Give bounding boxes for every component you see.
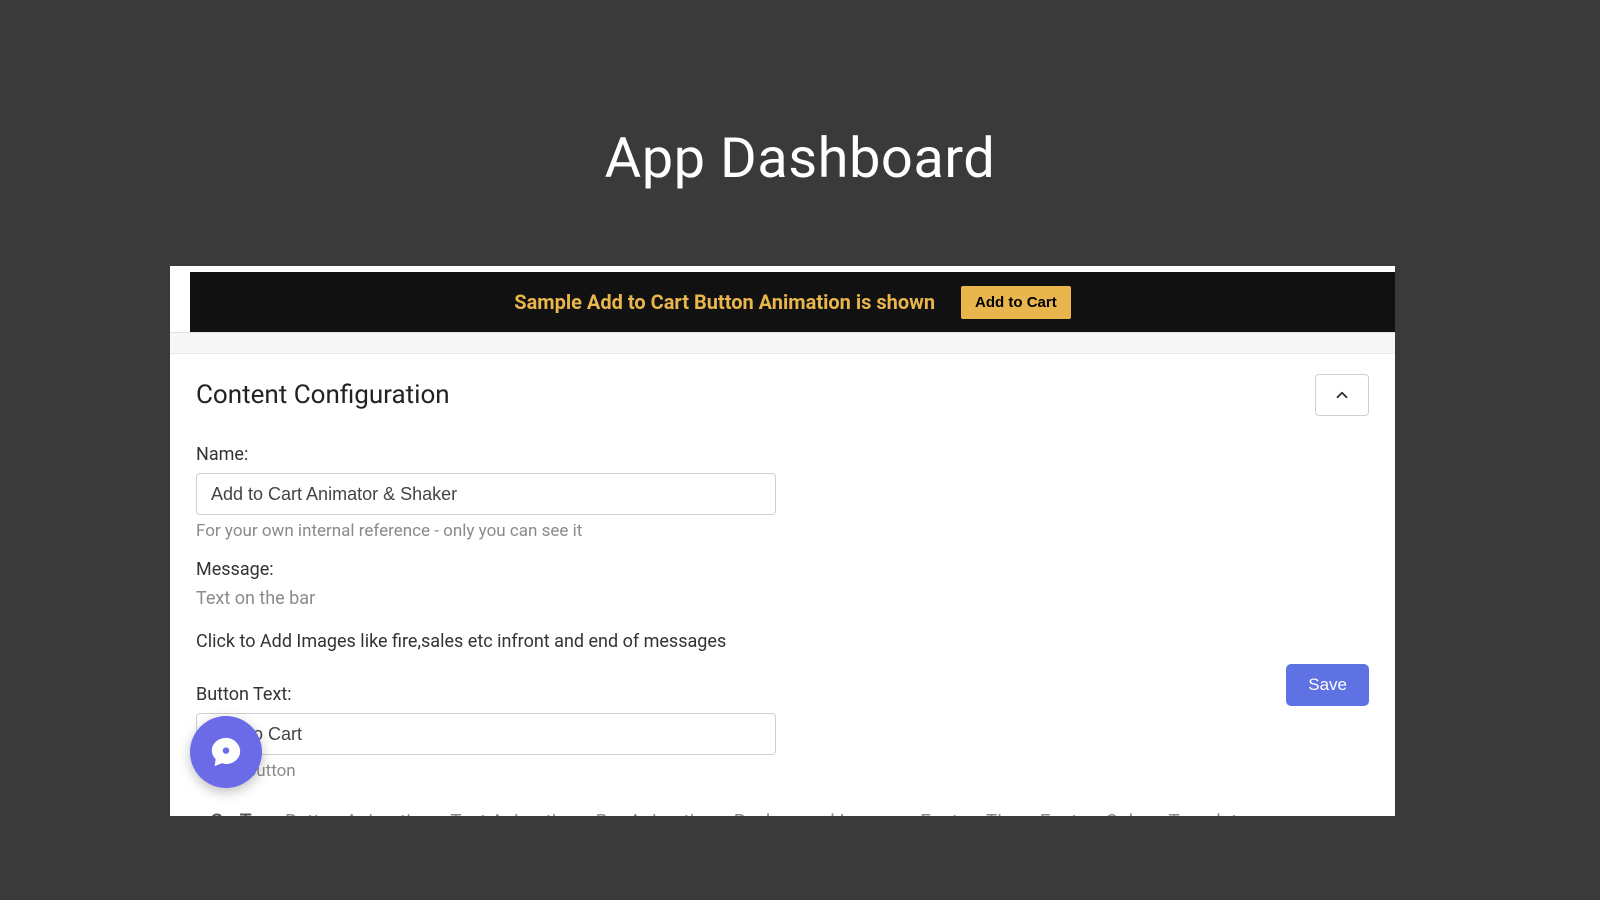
nav-link-text-animation[interactable]: Text Animation	[450, 810, 578, 816]
name-label: Name:	[196, 444, 1369, 465]
message-subtext: Text on the bar	[196, 588, 1369, 609]
app-window: Sample Add to Cart Button Animation is s…	[170, 266, 1395, 816]
nav-link-button-animation[interactable]: Button Animation	[285, 810, 432, 816]
section-divider	[170, 332, 1395, 354]
chat-icon	[209, 735, 243, 769]
save-button[interactable]: Save	[1286, 664, 1369, 706]
message-field-group: Message: Text on the bar	[196, 559, 1369, 609]
content-configuration-section: Content Configuration Name: For your own…	[170, 354, 1395, 816]
nav-link-color[interactable]: Color	[1105, 810, 1150, 816]
page-title: App Dashboard	[0, 125, 1600, 191]
nav-link-template[interactable]: Template	[1168, 810, 1247, 816]
go-to-label: Go To:	[210, 809, 267, 816]
add-images-instruction[interactable]: Click to Add Images like fire,sales etc …	[196, 631, 1369, 652]
nav-link-fonts[interactable]: Fonts	[920, 810, 968, 816]
button-text-field-group: Button Text: Te the button	[196, 684, 1369, 781]
add-to-cart-button[interactable]: Add to Cart	[961, 286, 1071, 319]
go-to-nav: Go To: Button Animation Text Animation B…	[196, 809, 1369, 816]
name-field-group: Name: For your own internal reference - …	[196, 444, 1369, 541]
sample-bar: Sample Add to Cart Button Animation is s…	[190, 272, 1395, 332]
nav-link-timer-fonts[interactable]: Timer Fonts	[986, 810, 1088, 816]
sample-bar-message: Sample Add to Cart Button Animation is s…	[514, 290, 935, 314]
section-title: Content Configuration	[196, 380, 450, 410]
button-text-input[interactable]	[196, 713, 776, 755]
nav-link-bar-animation[interactable]: Bar Animation	[596, 810, 716, 816]
chevron-up-icon	[1333, 386, 1351, 404]
button-text-help: Te the button	[196, 761, 1369, 781]
chat-widget-button[interactable]	[190, 716, 262, 788]
message-label: Message:	[196, 559, 1369, 580]
button-text-label: Button Text:	[196, 684, 1369, 705]
nav-link-background-images[interactable]: Background Images	[734, 810, 902, 816]
name-input[interactable]	[196, 473, 776, 515]
name-help-text: For your own internal reference - only y…	[196, 521, 1369, 541]
collapse-button[interactable]	[1315, 374, 1369, 416]
